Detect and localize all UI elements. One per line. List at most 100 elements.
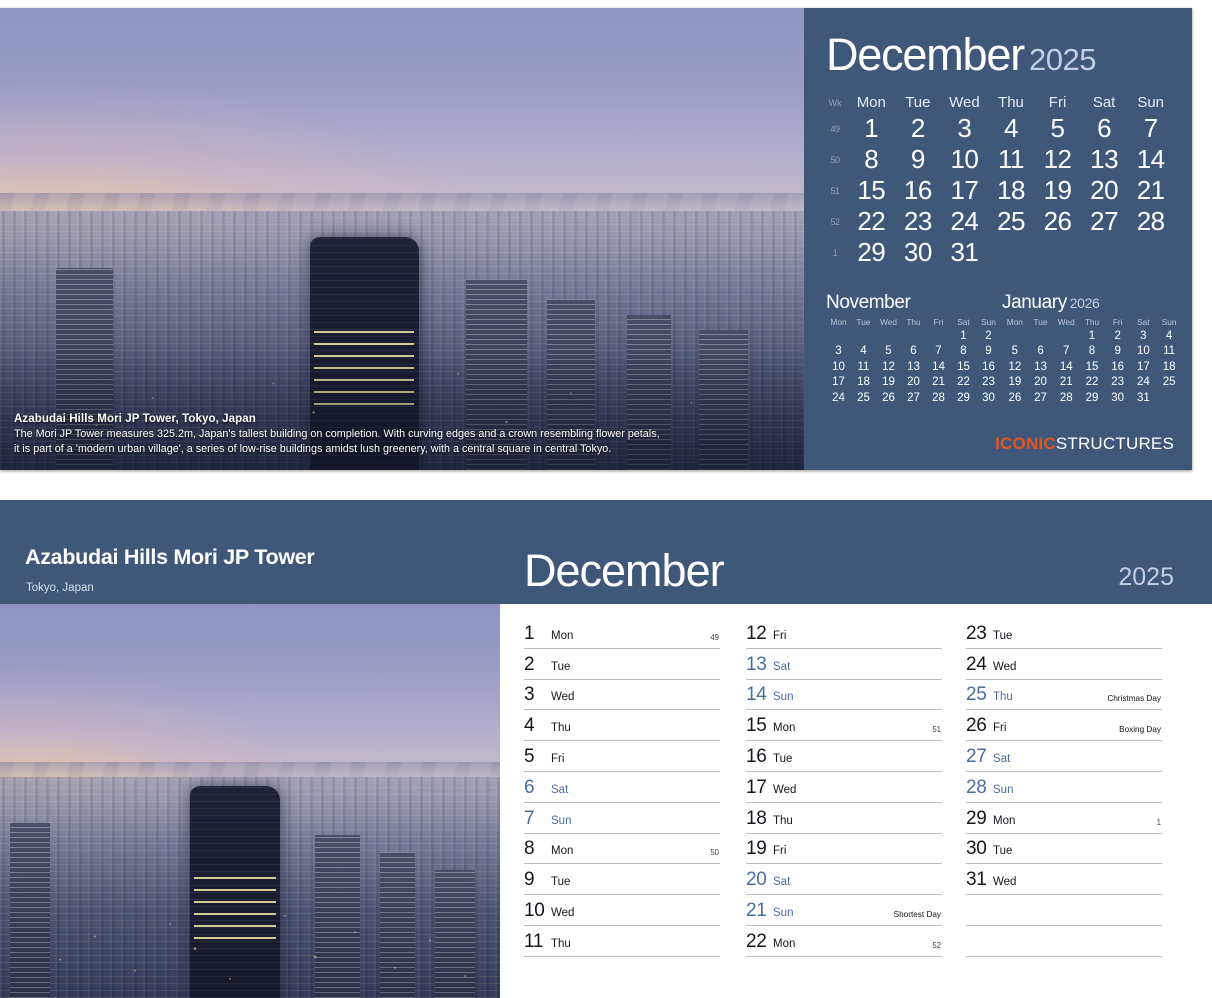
day-row-18[interactable]: 18 Thu <box>746 803 942 834</box>
mini-prev-day-2[interactable]: 2 <box>976 328 1001 344</box>
grid-day-19[interactable]: 19 <box>1034 175 1081 206</box>
grid-day-10[interactable]: 10 <box>941 144 988 175</box>
grid-day-8[interactable]: 8 <box>848 144 895 175</box>
mini-next-day-5[interactable]: 5 <box>1002 344 1028 360</box>
mini-next-day-29[interactable]: 29 <box>1079 390 1105 406</box>
mini-next-day-31[interactable]: 31 <box>1131 390 1157 406</box>
grid-day-26[interactable]: 26 <box>1034 206 1081 237</box>
grid-day-7[interactable]: 7 <box>1127 113 1174 144</box>
mini-prev-day-16[interactable]: 16 <box>976 359 1001 375</box>
grid-day-5[interactable]: 5 <box>1034 113 1081 144</box>
mini-prev-day-17[interactable]: 17 <box>826 375 851 391</box>
mini-prev-day-13[interactable]: 13 <box>901 359 926 375</box>
grid-day-18[interactable]: 18 <box>988 175 1035 206</box>
mini-next-day-26[interactable]: 26 <box>1002 390 1028 406</box>
mini-prev-day-22[interactable]: 22 <box>951 375 976 391</box>
mini-prev-day-29[interactable]: 29 <box>951 390 976 406</box>
mini-next-day-3[interactable]: 3 <box>1131 328 1157 344</box>
grid-day-15[interactable]: 15 <box>848 175 895 206</box>
grid-day-25[interactable]: 25 <box>988 206 1035 237</box>
day-row-4[interactable]: 4 Thu <box>524 710 720 742</box>
mini-prev-day-30[interactable]: 30 <box>976 390 1001 406</box>
mini-prev-day-7[interactable]: 7 <box>926 344 951 360</box>
grid-day-17[interactable]: 17 <box>941 175 988 206</box>
grid-day-24[interactable]: 24 <box>941 206 988 237</box>
mini-prev-day-28[interactable]: 28 <box>926 390 951 406</box>
mini-prev-day-27[interactable]: 27 <box>901 390 926 406</box>
day-row-27[interactable]: 27 Sat <box>966 741 1162 772</box>
mini-next-day-30[interactable]: 30 <box>1105 390 1131 406</box>
day-row-22[interactable]: 22 Mon 52 <box>746 926 942 957</box>
day-row-24[interactable]: 24 Wed <box>966 649 1162 680</box>
day-row-15[interactable]: 15 Mon 51 <box>746 710 942 742</box>
day-row-12[interactable]: 12 Fri <box>746 618 942 649</box>
mini-next-day-4[interactable]: 4 <box>1156 328 1182 344</box>
mini-next-day-9[interactable]: 9 <box>1105 344 1131 360</box>
day-row-13[interactable]: 13 Sat <box>746 649 942 680</box>
mini-prev-day-9[interactable]: 9 <box>976 344 1001 360</box>
mini-next-day-28[interactable]: 28 <box>1053 390 1079 406</box>
day-row-17[interactable]: 17 Wed <box>746 772 942 803</box>
mini-next-day-14[interactable]: 14 <box>1053 359 1079 375</box>
grid-day-2[interactable]: 2 <box>895 113 942 144</box>
day-row-19[interactable]: 19 Fri <box>746 834 942 865</box>
day-row-21[interactable]: 21 Sun Shortest Day <box>746 895 942 926</box>
mini-next-day-22[interactable]: 22 <box>1079 375 1105 391</box>
mini-prev-day-19[interactable]: 19 <box>876 375 901 391</box>
mini-next-day-12[interactable]: 12 <box>1002 359 1028 375</box>
mini-prev-day-26[interactable]: 26 <box>876 390 901 406</box>
grid-day-13[interactable]: 13 <box>1081 144 1128 175</box>
grid-day-31[interactable]: 31 <box>941 237 988 268</box>
mini-next-day-21[interactable]: 21 <box>1053 375 1079 391</box>
day-row-10[interactable]: 10 Wed <box>524 895 720 926</box>
grid-day-27[interactable]: 27 <box>1081 206 1128 237</box>
mini-prev-day-23[interactable]: 23 <box>976 375 1001 391</box>
day-row-2[interactable]: 2 Tue <box>524 649 720 680</box>
grid-day-28[interactable]: 28 <box>1127 206 1174 237</box>
mini-next-day-15[interactable]: 15 <box>1079 359 1105 375</box>
grid-day-12[interactable]: 12 <box>1034 144 1081 175</box>
day-row-5[interactable]: 5 Fri <box>524 741 720 772</box>
mini-prev-day-12[interactable]: 12 <box>876 359 901 375</box>
day-row-25[interactable]: 25 Thu Christmas Day <box>966 680 1162 711</box>
grid-day-16[interactable]: 16 <box>895 175 942 206</box>
day-row-28[interactable]: 28 Sun <box>966 772 1162 803</box>
day-row-14[interactable]: 14 Sun <box>746 680 942 711</box>
mini-prev-day-5[interactable]: 5 <box>876 344 901 360</box>
mini-next-day-2[interactable]: 2 <box>1105 328 1131 344</box>
mini-prev-day-21[interactable]: 21 <box>926 375 951 391</box>
grid-day-3[interactable]: 3 <box>941 113 988 144</box>
grid-day-11[interactable]: 11 <box>988 144 1035 175</box>
mini-prev-day-11[interactable]: 11 <box>851 359 876 375</box>
day-row-6[interactable]: 6 Sat <box>524 772 720 803</box>
day-row-7[interactable]: 7 Sun <box>524 803 720 834</box>
day-row-23[interactable]: 23 Tue <box>966 618 1162 649</box>
grid-day-9[interactable]: 9 <box>895 144 942 175</box>
mini-next-day-8[interactable]: 8 <box>1079 344 1105 360</box>
grid-day-29[interactable]: 29 <box>848 237 895 268</box>
mini-prev-day-20[interactable]: 20 <box>901 375 926 391</box>
day-row-26[interactable]: 26 Fri Boxing Day <box>966 710 1162 742</box>
day-row-11[interactable]: 11 Thu <box>524 926 720 957</box>
mini-next-day-1[interactable]: 1 <box>1079 328 1105 344</box>
mini-next-day-25[interactable]: 25 <box>1156 375 1182 391</box>
mini-next-day-24[interactable]: 24 <box>1131 375 1157 391</box>
day-row-30[interactable]: 30 Tue <box>966 834 1162 865</box>
mini-next-day-27[interactable]: 27 <box>1028 390 1054 406</box>
mini-prev-day-18[interactable]: 18 <box>851 375 876 391</box>
mini-next-day-19[interactable]: 19 <box>1002 375 1028 391</box>
mini-prev-day-14[interactable]: 14 <box>926 359 951 375</box>
grid-day-14[interactable]: 14 <box>1127 144 1174 175</box>
mini-next-day-23[interactable]: 23 <box>1105 375 1131 391</box>
mini-prev-day-10[interactable]: 10 <box>826 359 851 375</box>
mini-next-day-16[interactable]: 16 <box>1105 359 1131 375</box>
day-row-8[interactable]: 8 Mon 50 <box>524 834 720 865</box>
mini-prev-day-4[interactable]: 4 <box>851 344 876 360</box>
mini-prev-day-24[interactable]: 24 <box>826 390 851 406</box>
mini-next-day-20[interactable]: 20 <box>1028 375 1054 391</box>
day-row-16[interactable]: 16 Tue <box>746 741 942 772</box>
grid-day-20[interactable]: 20 <box>1081 175 1128 206</box>
day-row-31[interactable]: 31 Wed <box>966 864 1162 896</box>
mini-next-day-11[interactable]: 11 <box>1156 344 1182 360</box>
grid-day-23[interactable]: 23 <box>895 206 942 237</box>
